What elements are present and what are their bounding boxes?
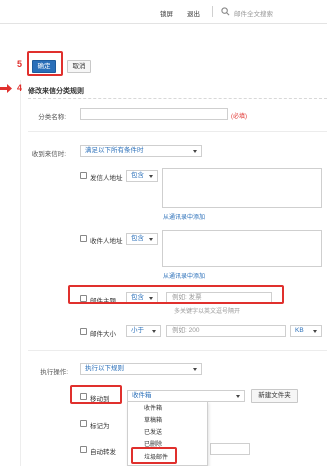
auto-forward-label: 自动转发 (90, 449, 116, 456)
match-condition-select[interactable]: 满足以下所有条件时 (80, 145, 202, 157)
chevron-down-icon (193, 150, 197, 153)
arrow-right-icon (0, 84, 12, 93)
dropdown-option-drafts[interactable]: 草稿箱 (128, 416, 207, 427)
subject-keyword-input[interactable]: 例如: 发票 (166, 292, 272, 304)
name-label: 分类名称: (38, 114, 66, 121)
dropdown-option-spam[interactable]: 垃圾邮件 (128, 453, 207, 464)
chevron-down-icon (236, 395, 240, 398)
cancel-button[interactable]: 取消 (67, 60, 91, 73)
recipient-operator-value: 包含 (131, 235, 144, 242)
sender-operator-value: 包含 (131, 172, 144, 179)
recipient-checkbox[interactable] (80, 235, 87, 242)
match-condition-value: 满足以下所有条件时 (85, 147, 144, 154)
recipient-addressbook-link[interactable]: 从通讯录中添加 (163, 271, 205, 280)
actions-select[interactable]: 执行以下规则 (80, 363, 202, 375)
dropdown-option-deleted[interactable]: 已删除 (128, 440, 207, 451)
subject-keyword-hint: 多关键字以英文逗号隔开 (174, 309, 241, 315)
size-label: 邮件大小 (90, 331, 116, 338)
chevron-down-icon (152, 330, 156, 333)
sender-address-textarea[interactable] (162, 168, 322, 208)
step-marker-5: 5 (17, 59, 23, 69)
top-bar: 锁屏 退出 邮件全文搜索 (0, 0, 327, 24)
recipient-address-textarea[interactable] (162, 230, 322, 267)
folder-dropdown: 收件箱 草稿箱 已发送 已删除 垃圾邮件 (127, 401, 208, 466)
logout-link[interactable]: 退出 (187, 8, 200, 18)
search-icon[interactable] (221, 7, 230, 16)
section-title: 修改来信分类规则 (28, 88, 84, 95)
subject-checkbox[interactable] (80, 295, 87, 302)
recipient-operator-select[interactable]: 包含 (126, 233, 158, 245)
sender-label: 发信人地址 (90, 175, 123, 182)
recipient-label: 收件人地址 (90, 238, 123, 245)
chevron-down-icon (149, 175, 153, 178)
sender-operator-select[interactable]: 包含 (126, 170, 158, 182)
confirm-button[interactable]: 确定 (32, 60, 56, 73)
search-input[interactable]: 邮件全文搜索 (234, 8, 273, 18)
subject-operator-select[interactable]: 包含 (126, 292, 158, 304)
dropdown-option-sent[interactable]: 已发送 (128, 428, 207, 439)
actions-select-value: 执行以下规则 (85, 365, 124, 372)
rule-name-input[interactable] (80, 108, 228, 120)
move-to-checkbox[interactable] (80, 393, 87, 400)
step-marker-4: 4 (17, 83, 23, 93)
dropdown-option-inbox[interactable]: 收件箱 (128, 404, 207, 415)
size-checkbox[interactable] (80, 328, 87, 335)
received-when-label: 收到来信时: (31, 151, 66, 158)
topbar-divider (212, 6, 213, 17)
sender-addressbook-link[interactable]: 从通讯录中添加 (163, 212, 205, 221)
chevron-down-icon (193, 368, 197, 371)
required-hint: (必填) (231, 114, 247, 120)
auto-forward-checkbox[interactable] (80, 446, 87, 453)
size-unit-value: KB (295, 327, 304, 334)
actions-label: 执行操作: (40, 369, 68, 376)
chevron-down-icon (149, 238, 153, 241)
lock-screen-link[interactable]: 锁屏 (160, 8, 173, 18)
mark-as-label: 标记为 (90, 423, 110, 430)
mark-as-checkbox[interactable] (80, 420, 87, 427)
section-divider (28, 98, 327, 99)
size-operator-value: 小于 (131, 327, 144, 334)
move-to-folder-value: 收件箱 (132, 392, 152, 399)
move-to-label: 移动到 (90, 396, 110, 403)
subject-label: 邮件主题 (90, 298, 116, 305)
divider (28, 131, 327, 132)
divider (28, 350, 327, 351)
subject-operator-value: 包含 (131, 294, 144, 301)
forward-address-input[interactable] (210, 443, 250, 455)
left-rule (20, 80, 21, 466)
sender-checkbox[interactable] (80, 172, 87, 179)
new-folder-button[interactable]: 新建文件夹 (251, 389, 298, 403)
chevron-down-icon (313, 330, 317, 333)
chevron-down-icon (149, 297, 153, 300)
size-unit-select[interactable]: KB (290, 325, 322, 337)
size-operator-select[interactable]: 小于 (126, 325, 161, 337)
size-value-input[interactable]: 例如: 200 (166, 325, 286, 337)
